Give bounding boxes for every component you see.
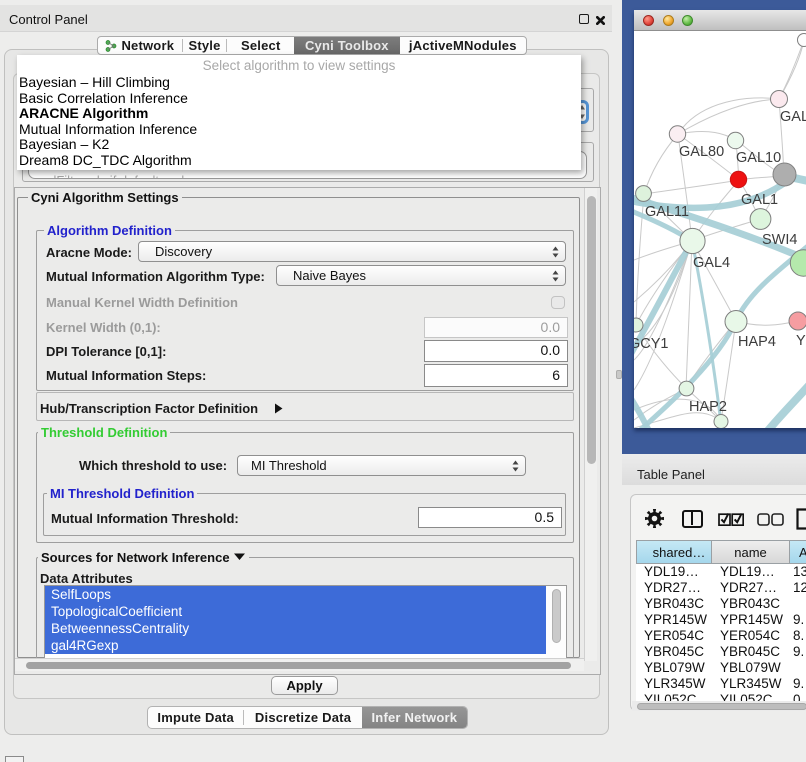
- svg-text:GAL80: GAL80: [679, 144, 724, 160]
- svg-text:HAP2: HAP2: [689, 399, 727, 415]
- svg-text:GCY1: GCY1: [634, 336, 669, 352]
- svg-text:GAL4: GAL4: [693, 255, 730, 271]
- svg-text:GAL11: GAL11: [645, 204, 689, 220]
- svg-text:HAP4: HAP4: [738, 334, 776, 350]
- svg-text:GAL1: GAL1: [741, 192, 778, 208]
- svg-text:Y: Y: [796, 333, 806, 349]
- svg-text:SWI4: SWI4: [762, 232, 797, 248]
- svg-text:GAL10: GAL10: [736, 150, 781, 166]
- svg-text:GAL2: GAL2: [780, 109, 806, 125]
